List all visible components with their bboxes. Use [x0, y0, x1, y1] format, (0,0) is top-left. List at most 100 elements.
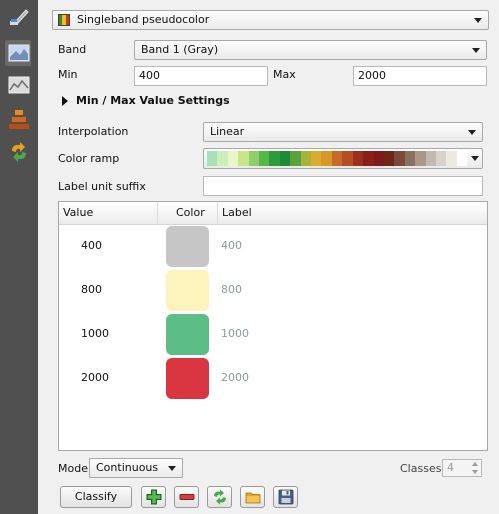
color-ramp-stop: [311, 151, 322, 166]
classify-button[interactable]: Classify: [60, 486, 132, 508]
max-label: Max: [273, 68, 296, 81]
chevron-down-icon: [472, 48, 480, 53]
color-ramp-stop: [446, 151, 457, 166]
remove-class-button[interactable]: [174, 486, 199, 508]
color-ramp-stop: [363, 151, 374, 166]
renderer-type-combo[interactable]: Singleband pseudocolor: [52, 10, 489, 30]
color-ramp-stop: [279, 151, 291, 166]
color-ramp-stop: [207, 151, 218, 166]
histogram-tab[interactable]: [5, 72, 31, 98]
band-label: Band: [58, 43, 87, 56]
symbology-tab[interactable]: [5, 40, 31, 66]
minmax-section-title: Min / Max Value Settings: [76, 94, 230, 107]
color-ramp-stop: [269, 151, 280, 166]
chevron-down-icon: [474, 18, 482, 23]
label-suffix-input[interactable]: [203, 176, 483, 196]
pyramids-tab[interactable]: [5, 106, 31, 132]
color-column-header[interactable]: Color: [157, 202, 217, 224]
sidebar: [0, 0, 38, 514]
spin-up-icon: [472, 462, 478, 466]
color-ramp-preview: [207, 151, 468, 166]
classes-value: 4: [447, 461, 454, 474]
class-value-cell[interactable]: 2000: [81, 371, 109, 384]
style-tool-button[interactable]: [5, 4, 31, 30]
value-column-header[interactable]: Value: [59, 202, 157, 224]
classes-spinbox[interactable]: 4: [442, 459, 482, 477]
table-row[interactable]: 400 400: [59, 225, 487, 269]
pyramid-icon: [9, 110, 29, 129]
class-color-swatch[interactable]: [166, 270, 209, 311]
interpolation-label: Interpolation: [58, 125, 129, 138]
color-ramp-stop: [300, 151, 312, 166]
color-ramp-stop: [290, 151, 301, 166]
table-body: 400 400 800 800 1000 1000 2000 2000: [59, 225, 487, 450]
chevron-down-icon: [168, 466, 176, 471]
color-ramp-stop: [217, 151, 228, 166]
color-ramp-stop: [342, 151, 353, 166]
save-file-button[interactable]: [273, 486, 298, 508]
mode-label: Mode: [58, 462, 88, 475]
table-row[interactable]: 1000 1000: [59, 313, 487, 357]
mode-combo[interactable]: Continuous: [89, 458, 183, 478]
table-header: Value Color Label: [59, 202, 487, 225]
color-ramp-stop: [331, 151, 343, 166]
color-ramp-stop: [227, 151, 239, 166]
band-value: Band 1 (Gray): [141, 43, 219, 56]
interpolation-combo[interactable]: Linear: [203, 122, 483, 142]
color-ramp-combo[interactable]: [203, 148, 483, 169]
save-icon: [278, 489, 294, 505]
pseudocolor-icon: [58, 14, 70, 26]
chevron-down-icon: [468, 130, 476, 135]
paintbrush-icon: [10, 9, 29, 25]
color-ramp-stop: [394, 151, 405, 166]
chevron-right-icon: [62, 96, 68, 106]
load-from-band-icon: [214, 489, 226, 505]
color-ramp-stop: [248, 151, 260, 166]
minmax-section-toggle[interactable]: Min / Max Value Settings: [58, 93, 308, 109]
min-input[interactable]: 400: [134, 66, 268, 86]
class-color-swatch[interactable]: [166, 226, 209, 267]
chevron-down-icon: [471, 156, 479, 161]
class-label-cell[interactable]: 800: [221, 283, 242, 296]
color-ramp-stop: [456, 151, 468, 166]
load-from-band-button[interactable]: [207, 486, 232, 508]
band-combo[interactable]: Band 1 (Gray): [134, 40, 487, 60]
color-ramp-stop: [373, 151, 384, 166]
open-file-button[interactable]: [240, 486, 265, 508]
color-ramp-label: Color ramp: [58, 152, 120, 165]
table-row[interactable]: 800 800: [59, 269, 487, 313]
class-label-cell[interactable]: 400: [221, 239, 242, 252]
color-ramp-stop: [435, 151, 447, 166]
label-column-header[interactable]: Label: [217, 202, 489, 224]
classes-label: Classes: [400, 462, 442, 475]
color-ramp-stop: [238, 151, 249, 166]
renderer-type-value: Singleband pseudocolor: [77, 13, 210, 26]
label-suffix-label: Label unit suffix: [58, 180, 146, 193]
remove-icon: [179, 494, 195, 500]
histogram-icon: [8, 76, 30, 94]
class-label-cell[interactable]: 1000: [221, 327, 249, 340]
spin-down-icon: [472, 470, 478, 474]
add-icon: [146, 489, 162, 505]
table-row[interactable]: 2000 2000: [59, 357, 487, 401]
class-color-swatch[interactable]: [166, 358, 209, 399]
class-value-cell[interactable]: 400: [81, 239, 102, 252]
raster-layer-icon: [8, 44, 30, 62]
color-ramp-stop: [404, 151, 416, 166]
class-label-cell[interactable]: 2000: [221, 371, 249, 384]
class-color-swatch[interactable]: [166, 314, 209, 355]
class-value-cell[interactable]: 800: [81, 283, 102, 296]
interpolation-value: Linear: [210, 125, 245, 138]
min-label: Min: [58, 68, 78, 81]
color-ramp-stop: [321, 151, 332, 166]
transform-tab[interactable]: [5, 138, 31, 164]
classes-table[interactable]: Value Color Label 400 400 800 800 1000 1000 20…: [58, 201, 488, 451]
color-ramp-stop: [415, 151, 426, 166]
color-ramp-stop: [383, 151, 395, 166]
class-value-cell[interactable]: 1000: [81, 327, 109, 340]
color-ramp-stop: [425, 151, 436, 166]
color-ramp-stop: [352, 151, 364, 166]
add-class-button[interactable]: [141, 486, 166, 508]
max-input[interactable]: 2000: [353, 66, 487, 86]
mode-value: Continuous: [96, 461, 159, 474]
